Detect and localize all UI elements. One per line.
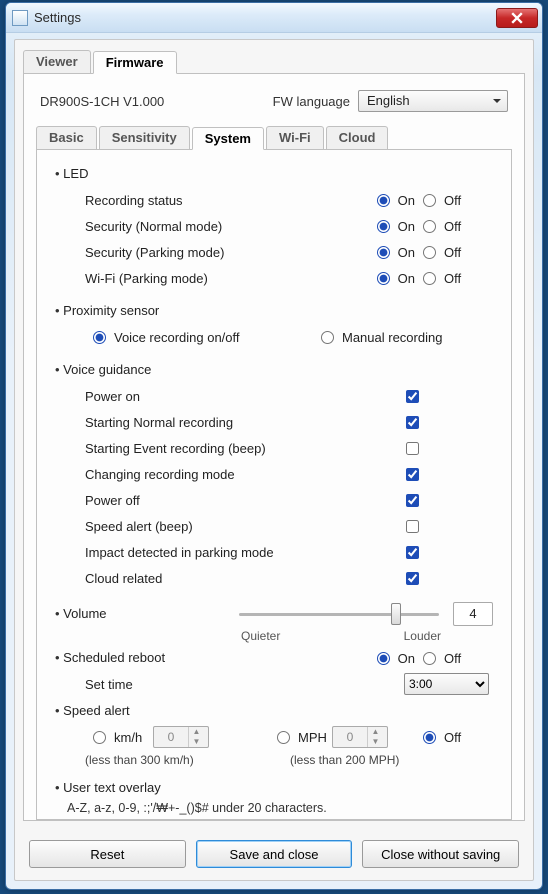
tab-viewer[interactable]: Viewer [23,50,91,73]
led-wifi-parking-on[interactable]: On [377,271,415,286]
led-wifi-parking-label: Wi-Fi (Parking mode) [85,271,369,286]
speed-kmh-note: (less than 300 km/h) [55,753,290,767]
tab-cloud[interactable]: Cloud [326,126,389,149]
speed-mph-note: (less than 200 MPH) [290,753,399,767]
speed-mph-spinner[interactable]: ▲▼ [332,726,388,748]
section-volume: Volume [55,606,135,621]
proximity-manual-radio[interactable]: Manual recording [321,330,442,345]
voice-cloud-label: Cloud related [85,571,406,586]
voice-impact-check[interactable] [406,546,419,559]
titlebar: Settings [6,3,542,33]
reboot-off-radio[interactable]: Off [423,651,493,666]
close-no-save-button[interactable]: Close without saving [362,840,519,868]
voice-poweroff-check[interactable] [406,494,419,507]
voice-speedbeep-check[interactable] [406,520,419,533]
led-sec-parking-on[interactable]: On [377,245,415,260]
section-overlay: User text overlay [55,780,493,795]
system-panel: LED Recording status On Off Security (No… [36,150,512,820]
voice-changemode-check[interactable] [406,468,419,481]
section-voice: Voice guidance [55,362,493,377]
outer-tabs: Viewer Firmware [23,50,525,74]
inner-tabs: Basic Sensitivity System Wi-Fi Cloud [36,126,512,150]
tab-sensitivity[interactable]: Sensitivity [99,126,190,149]
save-close-button[interactable]: Save and close [196,840,353,868]
voice-startevent-label: Starting Event recording (beep) [85,441,406,456]
reboot-time-select[interactable]: 3:00 [404,673,489,695]
voice-poweron-label: Power on [85,389,406,404]
tab-wifi[interactable]: Wi-Fi [266,126,324,149]
volume-scale-labels: Quieter Louder [241,629,441,643]
fw-language-select[interactable]: English [358,90,508,112]
voice-changemode-label: Changing recording mode [85,467,406,482]
led-sec-parking-off[interactable]: Off [423,245,493,260]
led-sec-normal-on[interactable]: On [377,219,415,234]
firmware-panel: DR900S-1CH V1.000 FW language English Ba… [23,74,525,821]
volume-value: 4 [453,602,493,626]
reboot-settime-label: Set time [85,677,404,692]
overlay-hint: A-Z, a-z, 0-9, :;'/₩+-_()$# under 20 cha… [55,801,493,815]
volume-louder-label: Louder [404,629,441,643]
model-row: DR900S-1CH V1.000 FW language English [36,84,512,122]
reset-button[interactable]: Reset [29,840,186,868]
speed-mph-radio[interactable]: MPH [277,730,332,745]
voice-startevent-check[interactable] [406,442,419,455]
model-label: DR900S-1CH V1.000 [40,94,164,109]
led-wifi-parking-off[interactable]: Off [423,271,493,286]
section-reboot: Scheduled reboot [55,650,369,665]
voice-cloud-check[interactable] [406,572,419,585]
speed-kmh-radio[interactable]: km/h [93,730,153,745]
fw-language-label: FW language [273,94,350,109]
voice-startnormal-check[interactable] [406,416,419,429]
speed-off-radio[interactable]: Off [423,730,493,745]
speed-kmh-spinner[interactable]: ▲▼ [153,726,209,748]
section-speed: Speed alert [55,703,493,718]
close-window-button[interactable] [496,8,538,28]
window-title: Settings [34,10,496,25]
tab-firmware[interactable]: Firmware [93,51,177,74]
section-proximity: Proximity sensor [55,303,493,318]
proximity-voice-radio[interactable]: Voice recording on/off [93,330,313,345]
client-area: Viewer Firmware DR900S-1CH V1.000 FW lan… [14,39,534,881]
tab-system[interactable]: System [192,127,264,150]
led-recording-label: Recording status [85,193,369,208]
led-recording-off[interactable]: Off [423,193,493,208]
close-icon [511,12,523,24]
voice-startnormal-label: Starting Normal recording [85,415,406,430]
voice-speedbeep-label: Speed alert (beep) [85,519,406,534]
volume-quieter-label: Quieter [241,629,280,643]
led-sec-parking-label: Security (Parking mode) [85,245,369,260]
section-led: LED [55,166,493,181]
button-bar: Reset Save and close Close without savin… [29,840,519,868]
led-sec-normal-off[interactable]: Off [423,219,493,234]
volume-slider[interactable] [239,613,439,616]
led-recording-on[interactable]: On [377,193,415,208]
tab-basic[interactable]: Basic [36,126,97,149]
overlay-input[interactable] [59,819,489,820]
reboot-on-radio[interactable]: On [377,651,415,666]
voice-poweroff-label: Power off [85,493,406,508]
voice-impact-label: Impact detected in parking mode [85,545,406,560]
app-icon [12,10,28,26]
voice-poweron-check[interactable] [406,390,419,403]
led-sec-normal-label: Security (Normal mode) [85,219,369,234]
settings-window: Settings Viewer Firmware DR900S-1CH V1.0… [5,2,543,890]
